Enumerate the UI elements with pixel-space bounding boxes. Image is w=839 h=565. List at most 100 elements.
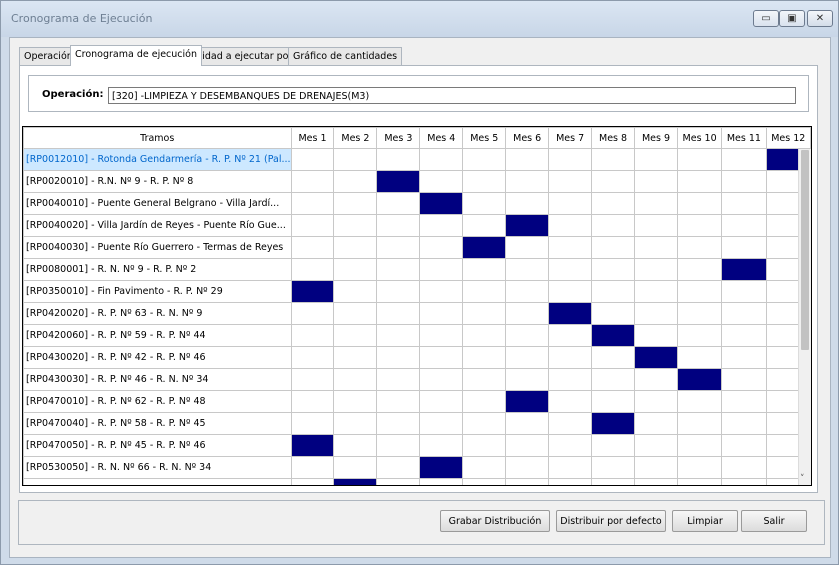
month-cell[interactable]: [419, 258, 464, 281]
column-header-tramos[interactable]: Tramos: [23, 127, 292, 149]
tramo-cell[interactable]: [RP0020010] - R.N. Nº 9 - R. P. Nº 8: [23, 170, 292, 193]
tramo-cell[interactable]: [RP0040030] - Puente Río Guerrero - Term…: [23, 236, 292, 259]
month-cell[interactable]: [419, 148, 464, 171]
month-cell[interactable]: [591, 390, 636, 413]
month-cell[interactable]: [721, 434, 767, 457]
month-cell[interactable]: [419, 280, 464, 303]
month-cell[interactable]: [376, 280, 421, 303]
month-cell[interactable]: [676, 434, 723, 457]
month-cell[interactable]: [419, 346, 464, 369]
month-cell[interactable]: [419, 236, 464, 259]
column-header-mes-8[interactable]: Mes 8: [591, 127, 636, 149]
month-cell[interactable]: [676, 170, 723, 193]
tramo-cell[interactable]: [23, 478, 292, 485]
month-cell[interactable]: [676, 148, 723, 171]
month-cell[interactable]: [548, 390, 593, 413]
month-cell[interactable]: [462, 258, 507, 281]
month-cell[interactable]: [676, 324, 723, 347]
month-cell[interactable]: [676, 192, 723, 215]
operation-field[interactable]: [320] -LIMPIEZA Y DESEMBANQUES DE DRENAJ…: [108, 87, 796, 104]
scheduled-month-cell[interactable]: [505, 390, 550, 413]
month-cell[interactable]: [462, 324, 507, 347]
month-cell[interactable]: [721, 148, 767, 171]
month-cell[interactable]: [505, 456, 550, 479]
month-cell[interactable]: [548, 214, 593, 237]
column-header-mes-11[interactable]: Mes 11: [721, 127, 767, 149]
column-header-mes-6[interactable]: Mes 6: [505, 127, 550, 149]
month-cell[interactable]: [419, 324, 464, 347]
month-cell[interactable]: [290, 258, 335, 281]
month-cell[interactable]: [290, 456, 335, 479]
month-cell[interactable]: [676, 412, 723, 435]
table-row[interactable]: [RP0470040] - R. P. Nº 58 - R. P. Nº 45: [23, 412, 811, 435]
tramo-cell[interactable]: [RP0430030] - R. P. Nº 46 - R. N. Nº 34: [23, 368, 292, 391]
month-cell[interactable]: [591, 434, 636, 457]
month-cell[interactable]: [505, 412, 550, 435]
month-cell[interactable]: [505, 236, 550, 259]
tab-cronograma[interactable]: Cronograma de ejecución: [70, 45, 202, 66]
month-cell[interactable]: [462, 434, 507, 457]
month-cell[interactable]: [333, 390, 378, 413]
month-cell[interactable]: [419, 434, 464, 457]
month-cell[interactable]: [505, 280, 550, 303]
month-cell[interactable]: [462, 192, 507, 215]
month-cell[interactable]: [591, 192, 636, 215]
month-cell[interactable]: [676, 390, 723, 413]
month-cell[interactable]: [505, 346, 550, 369]
month-cell[interactable]: [721, 280, 767, 303]
month-cell[interactable]: [676, 280, 723, 303]
month-cell[interactable]: [290, 478, 335, 485]
month-cell[interactable]: [376, 434, 421, 457]
month-cell[interactable]: [333, 258, 378, 281]
scheduled-month-cell[interactable]: [634, 346, 678, 369]
month-cell[interactable]: [721, 412, 767, 435]
table-row[interactable]: [23, 478, 811, 485]
scheduled-month-cell[interactable]: [591, 412, 636, 435]
month-cell[interactable]: [376, 214, 421, 237]
scheduled-month-cell[interactable]: [676, 368, 723, 391]
month-cell[interactable]: [505, 324, 550, 347]
table-row[interactable]: [RP0420020] - R. P. Nº 63 - R. N. Nº 9: [23, 302, 811, 325]
month-cell[interactable]: [333, 170, 378, 193]
column-header-mes-3[interactable]: Mes 3: [376, 127, 421, 149]
scheduled-month-cell[interactable]: [290, 434, 335, 457]
month-cell[interactable]: [591, 258, 636, 281]
month-cell[interactable]: [721, 478, 767, 485]
month-cell[interactable]: [333, 412, 378, 435]
month-cell[interactable]: [548, 236, 593, 259]
month-cell[interactable]: [634, 148, 678, 171]
month-cell[interactable]: [376, 192, 421, 215]
table-row[interactable]: [RP0020010] - R.N. Nº 9 - R. P. Nº 8: [23, 170, 811, 193]
month-cell[interactable]: [634, 456, 678, 479]
month-cell[interactable]: [591, 368, 636, 391]
month-cell[interactable]: [548, 478, 593, 485]
scheduled-month-cell[interactable]: [462, 236, 507, 259]
month-cell[interactable]: [548, 434, 593, 457]
month-cell[interactable]: [548, 170, 593, 193]
month-cell[interactable]: [591, 478, 636, 485]
month-cell[interactable]: [676, 346, 723, 369]
month-cell[interactable]: [462, 456, 507, 479]
month-cell[interactable]: [462, 280, 507, 303]
month-cell[interactable]: [376, 236, 421, 259]
month-cell[interactable]: [333, 236, 378, 259]
month-cell[interactable]: [333, 368, 378, 391]
month-cell[interactable]: [462, 346, 507, 369]
tramo-cell[interactable]: [RP0080001] - R. N. Nº 9 - R. P. Nº 2: [23, 258, 292, 281]
scheduled-month-cell[interactable]: [505, 214, 550, 237]
salir-button[interactable]: Salir: [741, 510, 807, 532]
month-cell[interactable]: [634, 192, 678, 215]
column-header-mes-12[interactable]: Mes 12: [765, 127, 811, 149]
table-row[interactable]: [RP0350010] - Fin Pavimento - R. P. Nº 2…: [23, 280, 811, 303]
month-cell[interactable]: [548, 148, 593, 171]
month-cell[interactable]: [591, 346, 636, 369]
vertical-scrollbar[interactable]: ˅: [798, 149, 811, 485]
month-cell[interactable]: [676, 478, 723, 485]
table-row[interactable]: [RP0430030] - R. P. Nº 46 - R. N. Nº 34: [23, 368, 811, 391]
month-cell[interactable]: [634, 412, 678, 435]
table-row[interactable]: [RP0430020] - R. P. Nº 42 - R. P. Nº 46: [23, 346, 811, 369]
month-cell[interactable]: [634, 214, 678, 237]
table-row[interactable]: [RP0080001] - R. N. Nº 9 - R. P. Nº 2: [23, 258, 811, 281]
month-cell[interactable]: [634, 236, 678, 259]
scrollbar-thumb[interactable]: [801, 150, 809, 350]
